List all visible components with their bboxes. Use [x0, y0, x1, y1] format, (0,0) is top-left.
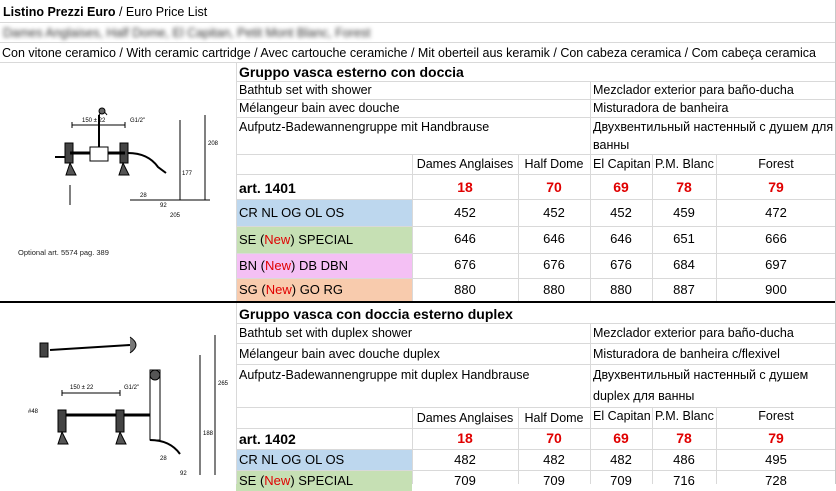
section2-col-halfdome: Half Dome	[524, 411, 584, 425]
section1-r3-v1: 676	[454, 257, 476, 272]
section1-r4-v2: 880	[543, 282, 565, 297]
section1-finish-row-1-label: CR NL OG OL OS	[236, 200, 412, 226]
section1-code-elcapitan: 69	[613, 179, 629, 195]
dim2-92: 92	[180, 471, 187, 477]
title-rest: / Euro Price List	[115, 5, 208, 19]
dim2-g12: G1/2"	[124, 385, 139, 391]
section1-desc-ru: Двухвентильный настенный с душем для	[593, 120, 834, 134]
dim-g12: G1/2"	[130, 118, 145, 124]
section1-r3-v3: 676	[610, 257, 632, 272]
section1-desc-en: Bathtub set with shower	[239, 83, 372, 97]
section1-code-pmblanc: 78	[676, 179, 692, 195]
section2-desc-en: Bathtub set with duplex shower	[239, 326, 413, 340]
section2-desc-de: Aufputz-Badewannengruppe mit duplex Hand…	[239, 368, 530, 382]
section2-col-elcapitan: El Capitan	[593, 409, 651, 423]
section1-code-halfdome: 70	[546, 179, 562, 195]
section2-finish-row-2-label: SE (New) SPECIAL	[236, 471, 412, 491]
section2-col-forest: Forest	[758, 409, 794, 423]
section1-code-forest: 79	[768, 179, 784, 195]
dim-208: 208	[208, 141, 219, 147]
section2-code-dames: 18	[457, 430, 473, 446]
section1-desc-pt: Misturadora de banheira	[593, 101, 729, 115]
section2-desc-fr: Mélangeur bain avec douche duplex	[239, 347, 440, 361]
section2-r1-v3: 482	[610, 452, 632, 467]
section2-code-halfdome: 70	[546, 430, 562, 446]
dim2-265: 265	[218, 381, 229, 387]
section2-col-pmblanc: P.M. Blanc	[655, 409, 714, 423]
section1-r1-v4: 459	[673, 205, 695, 220]
optional-note: Optional art. 5574 pag. 389	[18, 248, 109, 257]
cartridge-line: Con vitone ceramico / With ceramic cartr…	[2, 46, 816, 60]
dim2-188: 188	[203, 431, 214, 437]
product-drawing-1402: 150 ± 22 G1/2" 265 188 28 92 #48	[28, 335, 229, 477]
model-list-blurred: Dames Anglaises, Half Dome, El Capitan, …	[3, 26, 371, 40]
section2-finish-row-1-label: CR NL OG OL OS	[236, 450, 412, 470]
title-bold: Listino Prezzi Euro	[3, 5, 116, 19]
section1-r1-v2: 452	[543, 205, 565, 220]
section1-code-dames: 18	[457, 179, 473, 195]
section2-r2-v3: 709	[610, 473, 632, 488]
section1-r4-v1: 880	[454, 282, 476, 297]
section1-desc-es: Mezclador exterior para baño-ducha	[593, 83, 794, 97]
section1-r2-v2: 646	[543, 231, 565, 246]
section2-desc-pt: Misturadora de banheira c/flexivel	[593, 347, 780, 361]
section1-r4-v3: 880	[610, 282, 632, 297]
section2-desc-ru: Двухвентильный настенный с душем	[593, 368, 809, 382]
section1-r4-v4: 887	[673, 282, 695, 297]
section2-r1-v4: 486	[673, 452, 695, 467]
section2-r1-v5: 495	[765, 452, 787, 467]
dim2-150: 150 ± 22	[70, 385, 94, 391]
section2-title: Gruppo vasca con doccia esterno duplex	[239, 306, 513, 322]
section1-desc-de: Aufputz-Badewannengruppe mit Handbrause	[239, 120, 490, 134]
dim-150: 150 ± 22	[82, 118, 106, 124]
section1-r2-v5: 666	[765, 231, 787, 246]
section2-desc-es: Mezclador exterior para baño-ducha	[593, 326, 794, 340]
section1-r4-v5: 900	[765, 282, 787, 297]
section2-r1-v1: 482	[454, 452, 476, 467]
section2-article: art. 1402	[239, 431, 296, 447]
section2-r2-v2: 709	[543, 473, 565, 488]
section1-col-pmblanc: P.M. Blanc	[655, 157, 714, 171]
section1-r3-v2: 676	[543, 257, 565, 272]
section2-code-pmblanc: 78	[676, 430, 692, 446]
section2-code-forest: 79	[768, 430, 784, 446]
section1-r3-v4: 684	[673, 257, 695, 272]
section2-r2-v1: 709	[454, 473, 476, 488]
section1-r1-v5: 472	[765, 205, 787, 220]
dim-28: 28	[140, 193, 147, 199]
section1-desc-fr: Mélangeur bain avec douche	[239, 101, 400, 115]
section1-col-elcapitan: El Capitan	[593, 157, 651, 171]
dim-92: 92	[160, 203, 167, 209]
section2-r2-v4: 716	[673, 473, 695, 488]
section2-desc-ru2: duplex для ванны	[593, 389, 695, 403]
section1-title: Gruppo vasca esterno con doccia	[239, 64, 464, 80]
section1-col-dames: Dames Anglaises	[416, 157, 514, 171]
section1-finish-row-2-label: SE (New) SPECIAL	[236, 227, 412, 253]
section1-r2-v3: 646	[610, 231, 632, 246]
section1-finish-row-4-label: SG (New) GO RG	[236, 279, 412, 301]
dim-177: 177	[182, 171, 193, 177]
section1-r3-v5: 697	[765, 257, 787, 272]
dim2-28: 28	[160, 456, 167, 462]
section1-finish-row-3-label: BN (New) DB DBN	[236, 254, 412, 278]
section1-desc-ru2: ванны	[593, 138, 630, 152]
dim-205: 205	[170, 213, 181, 219]
section2-r2-v5: 728	[765, 473, 787, 488]
section1-r1-v3: 452	[610, 205, 632, 220]
section1-col-halfdome: Half Dome	[524, 157, 584, 171]
section2-code-elcapitan: 69	[613, 430, 629, 446]
section1-r2-v4: 651	[673, 231, 695, 246]
section1-article: art. 1401	[239, 180, 296, 196]
section1-r1-v1: 452	[454, 205, 476, 220]
section2-r1-v2: 482	[543, 452, 565, 467]
dim2-48: #48	[28, 409, 39, 415]
product-drawing-1401: 150 ± 22 G1/2" 208 177 28 92 205	[55, 107, 219, 219]
section2-col-dames: Dames Anglaises	[416, 411, 514, 425]
section1-col-forest: Forest	[758, 157, 794, 171]
section1-r2-v1: 646	[454, 231, 476, 246]
page-title: Listino Prezzi Euro / Euro Price List	[0, 2, 836, 22]
